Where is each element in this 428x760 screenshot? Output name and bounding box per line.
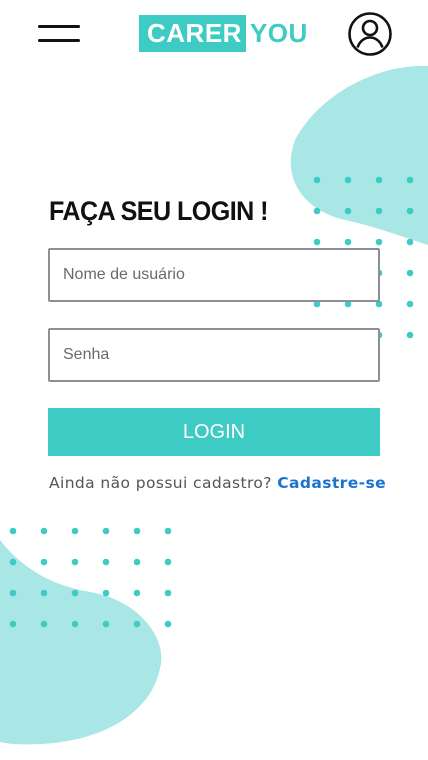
signup-prompt-row: Ainda não possui cadastro? Cadastre-se (49, 472, 389, 494)
login-button[interactable]: LOGIN (48, 408, 380, 456)
hamburger-menu-icon[interactable] (36, 22, 82, 46)
page-title: FAÇA SEU LOGIN ! (49, 196, 268, 226)
app-header: CARER YOU (0, 0, 428, 66)
signup-prompt-text: Ainda não possui cadastro? (49, 474, 272, 492)
logo-part-a: CARER (139, 15, 246, 52)
password-field[interactable] (48, 328, 380, 382)
username-field[interactable] (48, 248, 380, 302)
brand-logo: CARER YOU (139, 15, 308, 52)
signup-link[interactable]: Cadastre-se (277, 474, 386, 492)
logo-part-b: YOU (249, 18, 308, 48)
bottom-left-blob (0, 540, 162, 745)
bottom-left-dot-grid (9, 527, 172, 628)
top-right-blob (290, 65, 428, 245)
user-account-icon[interactable] (347, 11, 393, 57)
